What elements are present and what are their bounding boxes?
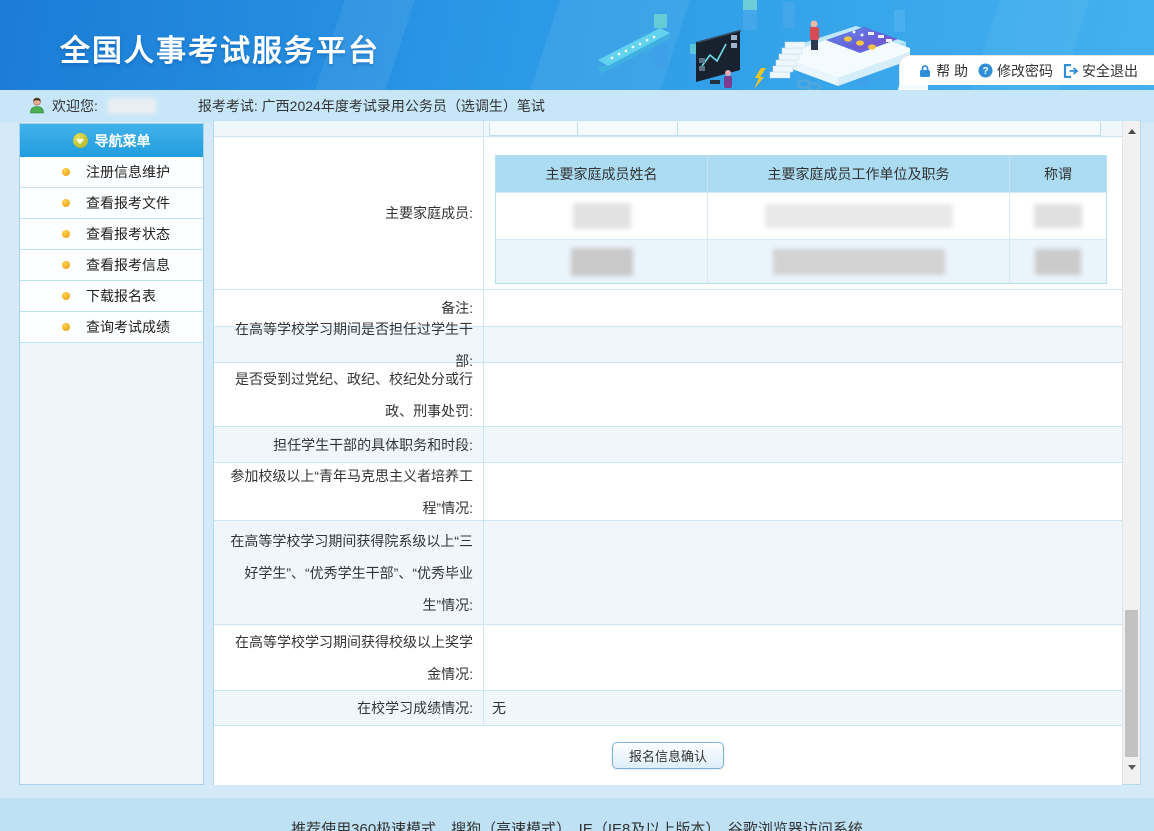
- bullet-icon: [62, 230, 70, 238]
- scroll-up-arrow[interactable]: [1123, 123, 1140, 140]
- redacted-name: [571, 248, 633, 276]
- question-icon: ?: [978, 63, 993, 78]
- safe-logout-button[interactable]: 安全退出: [1063, 61, 1138, 81]
- nav-menu-title: 导航菜单: [95, 131, 151, 151]
- app-header: 全国人事考试服务平台 帮 助 ? 修改密码 安全退出: [0, 0, 1154, 90]
- page-footer: 推荐使用360极速模式、搜狗（高速模式）、IE（IE8及以上版本）、谷歌浏览器访…: [0, 798, 1154, 831]
- sidebar-item-exam-info[interactable]: 查看报考信息: [20, 250, 203, 281]
- table-row-student-cadre: 在高等学校学习期间是否担任过学生干部:: [214, 327, 1122, 363]
- redacted-work-unit: [765, 204, 953, 228]
- svg-text:?: ?: [982, 66, 988, 77]
- header-illustration: [598, 0, 928, 90]
- table-row-punishment: 是否受到过党纪、政纪、校纪处分或行政、刑事处罚:: [214, 363, 1122, 427]
- family-members-label: 主要家庭成员:: [214, 137, 484, 289]
- redacted-work-unit: [773, 249, 945, 275]
- redacted-name: [573, 203, 631, 229]
- table-row-academic-record: 在校学习成绩情况: 无: [214, 691, 1122, 726]
- browser-recommendation-text: 推荐使用360极速模式、搜狗（高速模式）、IE（IE8及以上版本）、谷歌浏览器访…: [291, 821, 863, 831]
- sidebar-item-query-scores[interactable]: 查询考试成绩: [20, 312, 203, 343]
- welcome-label: 欢迎您:: [52, 96, 98, 116]
- change-password-button[interactable]: ? 修改密码: [978, 61, 1053, 81]
- table-row-honors: 在高等学校学习期间获得院系级以上“三好学生”、“优秀学生干部”、“优秀毕业生”情…: [214, 521, 1122, 625]
- sidebar-item-exam-files[interactable]: 查看报考文件: [20, 188, 203, 219]
- sidebar-item-download-form[interactable]: 下载报名表: [20, 281, 203, 312]
- sidebar-item-exam-status[interactable]: 查看报考状态: [20, 219, 203, 250]
- table-row-family-members: 主要家庭成员: 主要家庭成员姓名 主要家庭成员工作单位及职务 称谓: [214, 137, 1122, 290]
- redacted-relation: [1034, 204, 1082, 228]
- user-avatar-icon: [28, 96, 46, 117]
- username-redacted: [108, 98, 156, 114]
- page-title: 全国人事考试服务平台: [60, 26, 380, 70]
- table-row-cadre-position-period: 担任学生干部的具体职务和时段:: [214, 427, 1122, 463]
- column-header-relation: 称谓: [1010, 156, 1106, 192]
- bullet-icon: [62, 168, 70, 176]
- table-row-scholarship: 在高等学校学习期间获得校级以上奖学金情况:: [214, 625, 1122, 691]
- vertical-scrollbar[interactable]: [1122, 121, 1140, 784]
- scroll-down-arrow[interactable]: [1123, 759, 1140, 776]
- bullet-icon: [62, 199, 70, 207]
- sidebar-item-register-info[interactable]: 注册信息维护: [20, 157, 203, 188]
- chevron-down-icon: [73, 133, 88, 148]
- lock-icon: [918, 64, 932, 78]
- sidebar: 导航菜单 注册信息维护 查看报考文件 查看报考状态 查看报考信息 下载报名表 查…: [19, 123, 204, 785]
- button-row: 报名信息确认: [214, 726, 1122, 785]
- bullet-icon: [62, 292, 70, 300]
- help-button[interactable]: 帮 助: [918, 61, 968, 81]
- table-row-marxist-program: 参加校级以上“青年马克思主义者培养工程”情况:: [214, 463, 1122, 521]
- family-table-row: [496, 239, 1106, 283]
- nav-menu-header[interactable]: 导航菜单: [20, 124, 203, 157]
- column-header-name: 主要家庭成员姓名: [496, 156, 708, 192]
- family-members-table: 主要家庭成员姓名 主要家庭成员工作单位及职务 称谓: [495, 155, 1107, 284]
- family-table-header: 主要家庭成员姓名 主要家庭成员工作单位及职务 称谓: [496, 156, 1106, 192]
- family-table-row: [496, 192, 1106, 239]
- main-content-panel: 主要家庭成员: 主要家庭成员姓名 主要家庭成员工作单位及职务 称谓: [213, 120, 1141, 785]
- bullet-icon: [62, 261, 70, 269]
- column-header-work-unit: 主要家庭成员工作单位及职务: [708, 156, 1010, 192]
- header-actions: 帮 助 ? 修改密码 安全退出: [899, 55, 1154, 85]
- exit-icon: [1063, 64, 1078, 78]
- bullet-icon: [62, 323, 70, 331]
- previous-table-sliver: [489, 122, 1101, 136]
- scrollbar-thumb[interactable]: [1125, 610, 1138, 757]
- redacted-relation: [1035, 249, 1081, 275]
- welcome-bar: 欢迎您: 报考考试: 广西2024年度考试录用公务员（选调生）笔试: [0, 90, 1154, 122]
- confirm-registration-button[interactable]: 报名信息确认: [612, 742, 724, 769]
- table-row-partial: [214, 121, 1122, 137]
- registration-form-table: 主要家庭成员: 主要家庭成员姓名 主要家庭成员工作单位及职务 称谓: [214, 121, 1122, 785]
- exam-info-label: 报考考试: 广西2024年度考试录用公务员（选调生）笔试: [198, 96, 545, 116]
